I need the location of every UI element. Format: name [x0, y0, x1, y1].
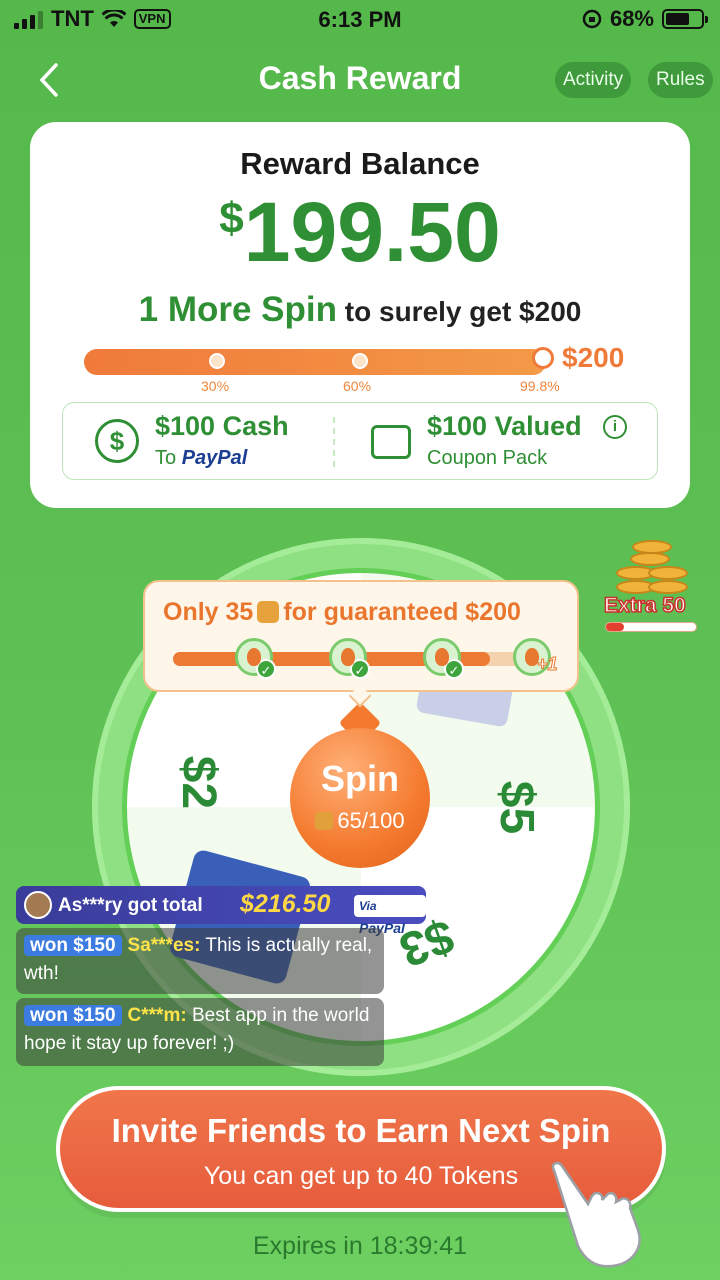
spin-token-count: 65/100 — [290, 808, 430, 834]
milestone-label: 30% — [201, 378, 230, 394]
plus-one-label: +1 — [537, 654, 559, 675]
milestone-label: 60% — [343, 378, 372, 394]
balance-progress-bar — [84, 347, 554, 375]
check-icon: ✓ — [444, 659, 464, 679]
spin-label: Spin — [321, 758, 399, 799]
token-icon — [257, 601, 280, 623]
coin-stack-icon[interactable] — [612, 540, 692, 600]
expires-countdown: Expires in 18:39:41 — [252, 1232, 468, 1260]
orientation-lock-icon — [582, 9, 602, 29]
check-icon: ✓ — [256, 659, 276, 679]
won-badge: won $150 — [24, 1005, 122, 1026]
token-tooltip-prefix: Only 35 — [163, 598, 254, 626]
check-icon: ✓ — [350, 659, 370, 679]
spin-goal-text: 1 More Spin to surely get $200 — [30, 290, 690, 330]
via-label: Via — [359, 899, 377, 913]
token-tooltip-text: Only 35 for guaranteed $200 — [163, 598, 521, 627]
coupon-option-title: $100 Valued — [427, 411, 582, 441]
progress-goal: $200 — [562, 342, 625, 373]
token-tooltip-suffix: for guaranteed $200 — [283, 598, 521, 626]
winner-banner: As***ry got total $216.50 Via PayPal — [16, 886, 426, 936]
milestone-dot — [209, 353, 225, 369]
info-icon[interactable]: i — [603, 415, 627, 439]
cash-option-prefix: To — [155, 447, 182, 469]
token-icon — [315, 812, 334, 830]
reward-options: $ $100 Cash To PayPal $100 Valued i Coup… — [62, 402, 658, 480]
milestone-label: 99.8% — [520, 378, 560, 394]
reward-balance-label: Reward Balance — [240, 146, 480, 181]
list-item: won $150 Sa***es: This is actually real, … — [16, 928, 384, 994]
spin-count-text: 65/100 — [337, 808, 405, 833]
winner-amount: $216.50 — [240, 890, 331, 918]
prize-label-right: $5 — [490, 780, 544, 835]
progress-end-marker — [532, 347, 554, 369]
token-milestone-node: ✓ — [329, 638, 370, 679]
activity-button[interactable]: Activity — [555, 62, 632, 98]
comment-user: C***m: — [127, 1005, 187, 1026]
cash-option-sub: To PayPal — [155, 447, 247, 470]
dollar-circle-icon: $ — [95, 419, 139, 463]
balance-value: 199.50 — [243, 185, 501, 279]
prize-label-left: $2 — [172, 755, 226, 810]
won-badge: won $150 — [24, 935, 122, 956]
rules-button[interactable]: Rules — [648, 62, 713, 98]
cash-option-title: $100 Cash — [155, 411, 289, 441]
status-right: 68% — [582, 6, 708, 32]
via-paypal-badge: Via PayPal — [354, 895, 426, 936]
cta-title: Invite Friends to Earn Next Spin — [111, 1112, 611, 1149]
battery-percent: 68% — [609, 6, 654, 31]
token-progress-tooltip: Only 35 for guaranteed $200 ✓ ✓ ✓ +1 — [143, 580, 579, 692]
extra-bonus-label[interactable]: Extra 50 — [603, 593, 686, 618]
extra-bonus-progress — [605, 622, 697, 632]
list-item: won $150 C***m: Best app in the world hop… — [16, 998, 384, 1066]
options-divider — [333, 417, 335, 467]
coupon-icon — [371, 425, 411, 459]
spin-highlight: 1 More Spin — [138, 290, 338, 329]
reward-balance-card: Reward Balance $199.50 1 More Spin to su… — [30, 122, 690, 508]
winner-text: As***ry got total — [58, 895, 203, 916]
balance-amount: $199.50 — [30, 184, 690, 281]
currency-symbol: $ — [219, 194, 244, 243]
token-milestone-node: ✓ — [235, 638, 276, 679]
comment-user: Sa***es: — [127, 935, 201, 956]
status-bar: TNT VPN 6:13 PM 68% — [0, 0, 720, 40]
spin-button[interactable]: Spin 65/100 — [290, 728, 430, 868]
paypal-logo: PayPal — [181, 447, 248, 469]
coupon-option-sub: Coupon Pack — [427, 447, 548, 469]
spin-rest: to surely get $200 — [337, 296, 582, 327]
milestone-dot — [352, 353, 368, 369]
token-milestone-node: ✓ — [423, 638, 464, 679]
battery-icon — [662, 9, 708, 29]
avatar — [24, 891, 52, 919]
